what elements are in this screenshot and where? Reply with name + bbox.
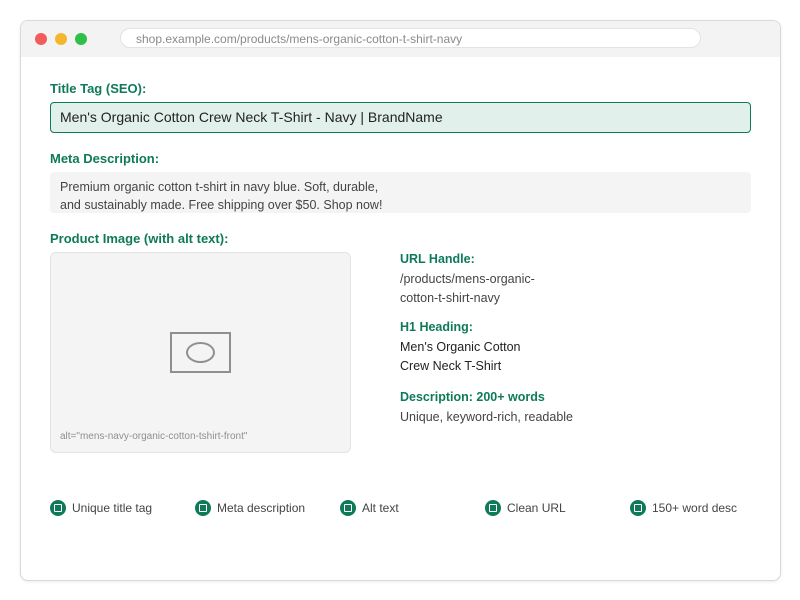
product-image-placeholder: alt="mens-navy-organic-cotton-tshirt-fro… [50, 252, 351, 453]
url-handle-line: /products/mens-organic- [400, 272, 535, 286]
title-tag-label: Title Tag (SEO): [50, 81, 147, 96]
check-icon [50, 500, 66, 516]
check-icon [630, 500, 646, 516]
product-image-label: Product Image (with alt text): [50, 231, 229, 246]
check-icon [340, 500, 356, 516]
image-icon [170, 332, 231, 373]
checklist-label: Alt text [362, 501, 399, 515]
checklist-label: 150+ word desc [652, 501, 738, 515]
url-handle-value: /products/mens-organic- cotton-t-shirt-n… [400, 270, 535, 308]
minimize-window-button[interactable] [55, 33, 67, 45]
checklist-label: Unique title tag [72, 501, 153, 515]
meta-description-field[interactable]: Premium organic cotton t-shirt in navy b… [50, 172, 751, 213]
image-alt-text: alt="mens-navy-organic-cotton-tshirt-fro… [60, 431, 248, 442]
address-bar[interactable]: shop.example.com/products/mens-organic-c… [120, 28, 701, 48]
h1-heading-line: Men's Organic Cotton [400, 340, 521, 354]
browser-titlebar: shop.example.com/products/mens-organic-c… [21, 21, 780, 57]
url-handle-line: cotton-t-shirt-navy [400, 291, 501, 305]
checklist-label: Clean URL [507, 501, 566, 515]
check-icon [485, 500, 501, 516]
h1-heading-line: Crew Neck T-Shirt [400, 359, 502, 373]
maximize-window-button[interactable] [75, 33, 87, 45]
image-icon-oval [186, 342, 215, 363]
url-handle-label: URL Handle: [400, 252, 475, 266]
checklist-label: Meta description [217, 501, 306, 515]
meta-description-label: Meta Description: [50, 151, 160, 166]
h1-heading-label: H1 Heading: [400, 320, 473, 334]
meta-description-line: Premium organic cotton t-shirt in navy b… [60, 180, 379, 194]
close-window-button[interactable] [35, 33, 47, 45]
meta-description-line: and sustainably made. Free shipping over… [60, 198, 383, 212]
h1-heading-value: Men's Organic Cotton Crew Neck T-Shirt [400, 338, 521, 376]
description-label: Description: 200+ words [400, 390, 545, 404]
title-tag-field[interactable]: Men's Organic Cotton Crew Neck T-Shirt -… [50, 102, 751, 133]
description-value: Unique, keyword-rich, readable [400, 410, 574, 424]
browser-window: shop.example.com/products/mens-organic-c… [20, 20, 781, 581]
check-icon [195, 500, 211, 516]
